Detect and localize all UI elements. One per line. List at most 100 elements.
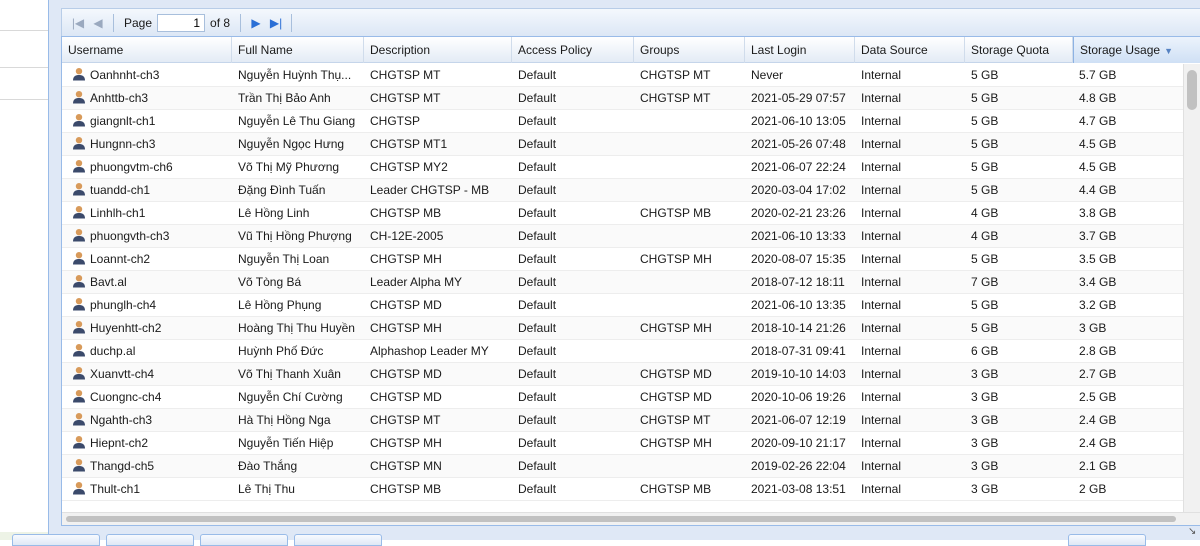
cell-description-text: CHGTSP MT [370,68,440,82]
cell-storage-usage-text: 4.4 GB [1079,183,1116,197]
prev-page-icon[interactable]: ◀ [88,13,108,33]
table-row[interactable]: Thult-ch1Lê Thị ThuCHGTSP MBDefaultCHGTS… [62,478,1184,501]
scrollbar-thumb[interactable] [66,516,1176,522]
cell-fullname: Nguyễn Huỳnh Thụ... [232,64,364,86]
cell-description-text: CHGTSP MN [370,459,442,473]
cell-groups: CHGTSP MT [634,87,745,109]
vertical-scrollbar[interactable] [1183,64,1200,514]
cell-description: CH-12E-2005 [364,225,512,247]
cell-fullname: Lê Hồng Phụng [232,294,364,316]
cell-description-text: CHGTSP MH [370,321,442,335]
cell-last-login-text: 2021-06-10 13:05 [751,114,846,128]
cell-storage-usage-text: 2.7 GB [1079,367,1116,381]
column-header-data-source[interactable]: Data Source [855,37,965,63]
next-page-icon[interactable]: ▶ [246,13,266,33]
cell-storage-quota-text: 6 GB [971,344,998,358]
cell-username: Linhlh-ch1 [62,202,232,224]
cell-fullname: Nguyễn Thị Loan [232,248,364,270]
footer-right-button[interactable] [1068,534,1146,546]
cell-storage-quota: 3 GB [965,455,1073,477]
table-row[interactable]: Thangd-ch5Đào ThắngCHGTSP MNDefault2019-… [62,455,1184,478]
footer-button[interactable] [106,534,194,546]
table-row[interactable]: Huyenhtt-ch2Hoàng Thị Thu HuyềnCHGTSP MH… [62,317,1184,340]
cell-storage-quota: 5 GB [965,133,1073,155]
table-row[interactable]: Bavt.alVõ Tòng BáLeader Alpha MYDefault2… [62,271,1184,294]
cell-storage-usage: 4.4 GB [1073,179,1184,201]
cell-username: Hiepnt-ch2 [62,432,232,454]
background-panel [0,0,48,540]
cell-username: Bavt.al [62,271,232,293]
cell-access-policy: Default [512,202,634,224]
cell-last-login: 2021-05-29 07:57 [745,87,855,109]
cell-description-text: CHGTSP MD [370,390,442,404]
column-header-access-policy[interactable]: Access Policy [512,37,634,63]
cell-data-source-text: Internal [861,160,901,174]
horizontal-scrollbar[interactable] [62,512,1200,525]
cell-storage-quota-text: 5 GB [971,298,998,312]
table-row[interactable]: Anhttb-ch3Trần Thị Bảo AnhCHGTSP MTDefau… [62,87,1184,110]
cell-storage-usage-text: 2.1 GB [1079,459,1116,473]
footer-button[interactable] [200,534,288,546]
table-row[interactable]: Loannt-ch2Nguyễn Thị LoanCHGTSP MHDefaul… [62,248,1184,271]
cell-storage-quota: 3 GB [965,386,1073,408]
first-page-icon[interactable]: |◀ [68,13,88,33]
cell-storage-quota: 5 GB [965,317,1073,339]
cell-storage-usage-text: 2.4 GB [1079,413,1116,427]
footer-button[interactable] [12,534,100,546]
footer-button[interactable] [294,534,382,546]
cell-storage-usage-text: 2 GB [1079,482,1106,496]
table-row[interactable]: Cuongnc-ch4Nguyễn Chí CườngCHGTSP MDDefa… [62,386,1184,409]
cell-groups-text: CHGTSP MT [640,68,710,82]
table-row[interactable]: duchp.alHuỳnh Phố ĐứcAlphashop Leader MY… [62,340,1184,363]
cell-username-text: Oanhnht-ch3 [90,68,159,82]
table-row[interactable]: tuandd-ch1Đặng Đình TuấnLeader CHGTSP - … [62,179,1184,202]
cell-username-text: Cuongnc-ch4 [90,390,161,404]
column-header-fullname[interactable]: Full Name [232,37,364,63]
column-header-groups[interactable]: Groups [634,37,745,63]
cell-groups [634,294,745,316]
page-number-input[interactable] [157,14,205,32]
cell-data-source: Internal [855,156,965,178]
cell-fullname-text: Võ Thị Mỹ Phương [238,160,339,174]
column-header-storage-usage[interactable]: Storage Usage▼ [1073,37,1200,63]
cell-storage-usage: 2.4 GB [1073,432,1184,454]
column-header-storage-quota[interactable]: Storage Quota [965,37,1073,63]
cell-access-policy-text: Default [518,91,556,105]
cell-access-policy-text: Default [518,252,556,266]
cell-description: CHGTSP [364,110,512,132]
table-row[interactable]: phuongvtm-ch6Võ Thị Mỹ PhươngCHGTSP MY2D… [62,156,1184,179]
table-row[interactable]: Xuanvtt-ch4Võ Thị Thanh XuânCHGTSP MDDef… [62,363,1184,386]
scrollbar-thumb[interactable] [1187,70,1197,110]
cell-access-policy: Default [512,294,634,316]
user-icon [72,273,86,287]
cell-groups: CHGTSP MT [634,409,745,431]
column-header-username[interactable]: Username [62,37,232,63]
table-row[interactable]: giangnlt-ch1Nguyễn Lê Thu GiangCHGTSPDef… [62,110,1184,133]
cell-data-source-text: Internal [861,298,901,312]
cell-storage-quota: 4 GB [965,225,1073,247]
cell-access-policy-text: Default [518,390,556,404]
cell-description-text: Leader CHGTSP - MB [370,183,489,197]
cell-storage-usage-text: 3.4 GB [1079,275,1116,289]
cell-storage-quota-text: 5 GB [971,160,998,174]
table-row[interactable]: phunglh-ch4Lê Hồng PhụngCHGTSP MDDefault… [62,294,1184,317]
cell-access-policy-text: Default [518,183,556,197]
cell-last-login: 2020-03-04 17:02 [745,179,855,201]
resize-handle-icon[interactable]: ↘ [1188,526,1198,536]
cell-description-text: Leader Alpha MY [370,275,462,289]
table-row[interactable]: Hiepnt-ch2Nguyễn Tiến HiệpCHGTSP MHDefau… [62,432,1184,455]
column-header-last-login[interactable]: Last Login [745,37,855,63]
cell-fullname-text: Nguyễn Lê Thu Giang [238,114,355,128]
table-row[interactable]: Ngahth-ch3Hà Thị Hồng NgaCHGTSP MTDefaul… [62,409,1184,432]
table-row[interactable]: Oanhnht-ch3Nguyễn Huỳnh Thụ...CHGTSP MTD… [62,64,1184,87]
table-row[interactable]: Hungnn-ch3Nguyễn Ngọc HưngCHGTSP MT1Defa… [62,133,1184,156]
table-row[interactable]: Linhlh-ch1Lê Hồng LinhCHGTSP MBDefaultCH… [62,202,1184,225]
column-header-description[interactable]: Description [364,37,512,63]
cell-storage-usage: 3.2 GB [1073,294,1184,316]
users-grid: Username Full Name Description Access Po… [61,36,1200,526]
last-page-icon[interactable]: ▶| [266,13,286,33]
cell-storage-quota-text: 5 GB [971,68,998,82]
cell-access-policy: Default [512,225,634,247]
table-row[interactable]: phuongvth-ch3Vũ Thị Hồng PhượngCH-12E-20… [62,225,1184,248]
cell-groups-text: CHGTSP MD [640,390,712,404]
